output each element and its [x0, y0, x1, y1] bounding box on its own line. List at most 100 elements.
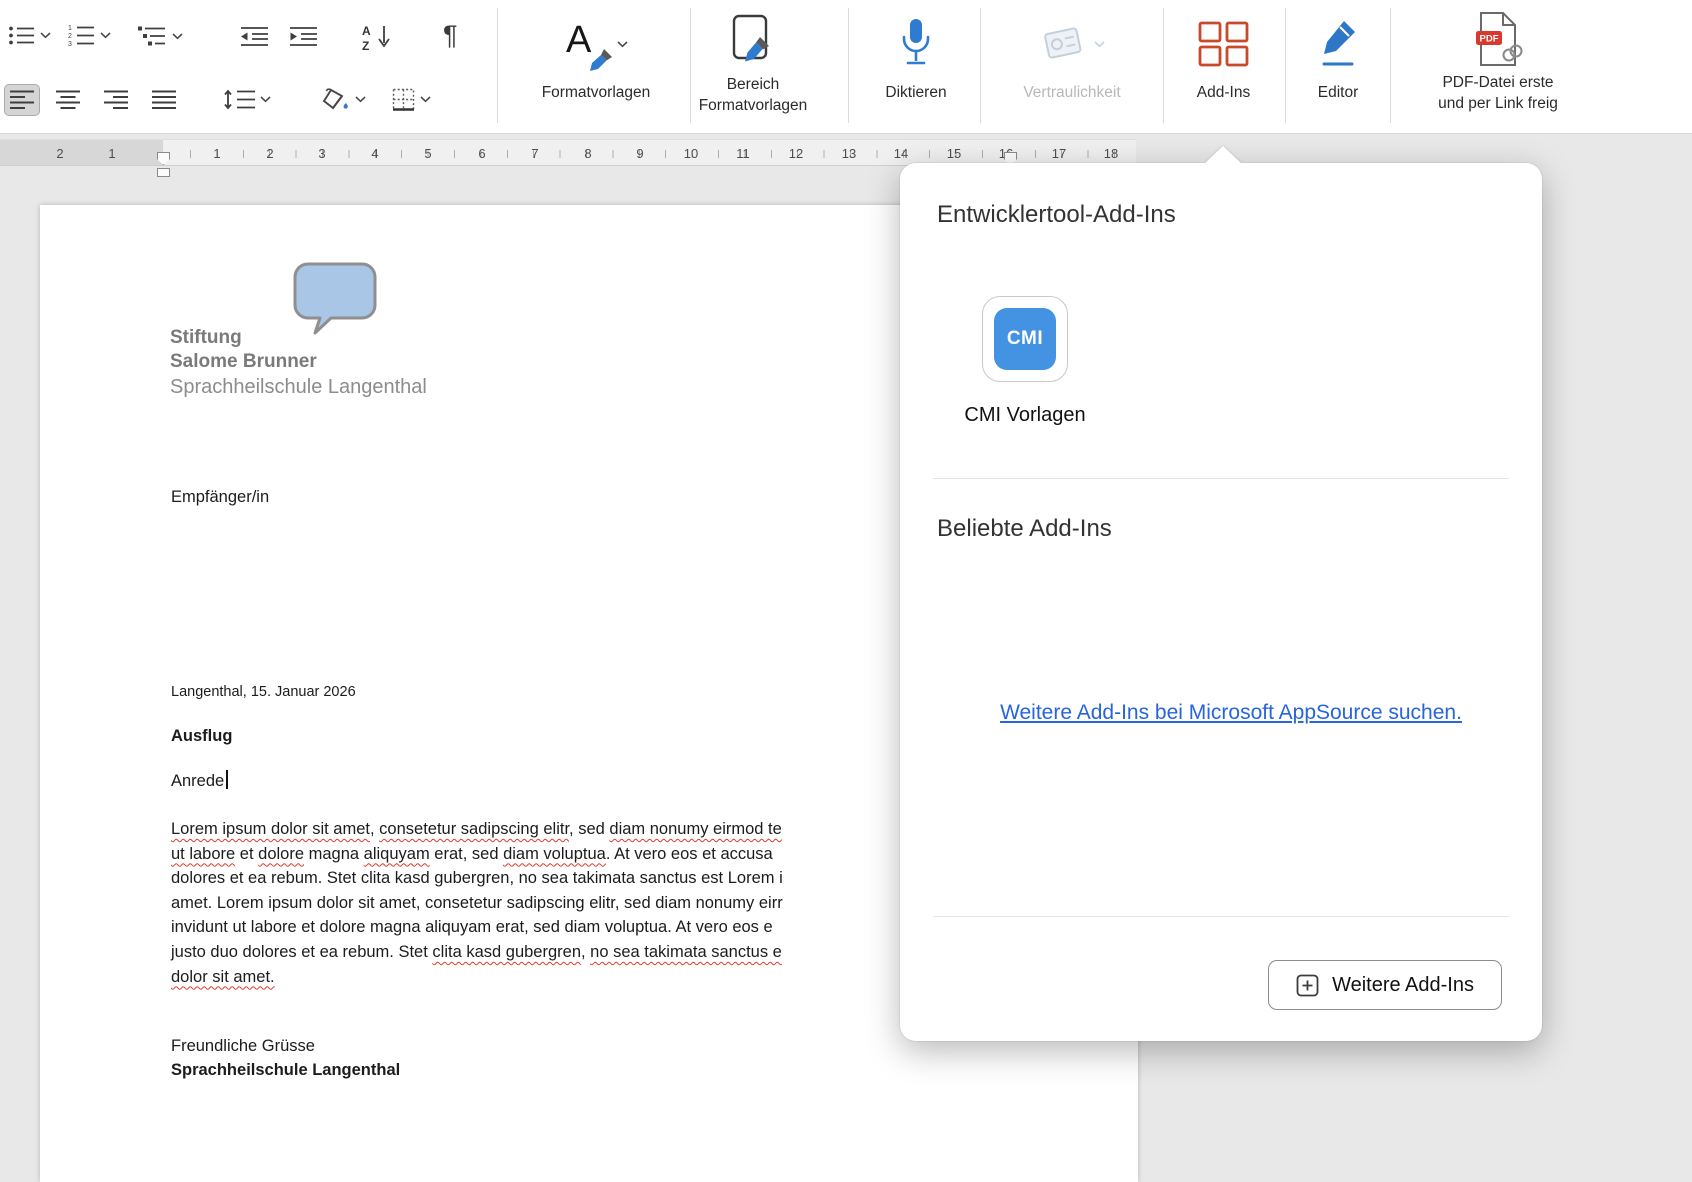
body-paragraph[interactable]: Lorem ipsum dolor sit amet, consetetur s… — [171, 817, 783, 989]
body-line[interactable]: amet. Lorem ipsum dolor sit amet, conset… — [171, 891, 783, 916]
chevron-down-icon — [355, 96, 366, 103]
styles-button[interactable]: A Formatvorlagen — [518, 0, 674, 133]
style-pane-button[interactable]: Bereich Formatvorlagen — [693, 0, 813, 133]
align-right-button[interactable] — [99, 84, 133, 116]
text-cursor — [226, 770, 228, 789]
svg-text:A: A — [362, 24, 371, 38]
ruler-number: 7 — [531, 140, 538, 167]
ruler-ticks — [190, 150, 1132, 158]
ruler-number: 5 — [424, 140, 431, 167]
logo-text-line1: Stiftung — [170, 327, 242, 349]
closing-line[interactable]: Freundliche Grüsse — [171, 1037, 315, 1056]
decrease-indent-icon — [241, 26, 268, 47]
justify-button[interactable] — [147, 84, 181, 116]
chevron-down-icon — [260, 96, 271, 103]
line-spacing-icon — [224, 89, 255, 110]
body-line[interactable]: ut labore et dolore magna aliquyam erat,… — [171, 842, 783, 867]
more-addins-button[interactable]: Weitere Add-Ins — [1268, 960, 1502, 1010]
align-left-button[interactable] — [4, 84, 40, 116]
addins-button[interactable]: Add-Ins — [1170, 0, 1277, 133]
increase-indent-button[interactable] — [290, 26, 317, 47]
align-center-button[interactable] — [51, 84, 85, 116]
ruler-number: 14 — [894, 140, 908, 167]
addins-label: Add-Ins — [1197, 82, 1250, 103]
ruler[interactable]: 2 1 1 2 3 4 5 6 7 8 9 10 11 12 13 14 15 … — [0, 139, 1136, 166]
body-line[interactable]: dolores et ea rebum. Stet clita kasd gub… — [171, 866, 783, 891]
subject-line[interactable]: Ausflug — [171, 727, 232, 746]
salutation-line[interactable]: Anrede — [171, 770, 228, 791]
editor-label: Editor — [1318, 82, 1359, 103]
left-indent-marker[interactable] — [157, 168, 170, 177]
svg-text:Z: Z — [362, 39, 369, 51]
ruler-number: 12 — [789, 140, 803, 167]
line-spacing-button[interactable] — [224, 89, 271, 110]
popover-divider — [933, 478, 1509, 479]
bullet-list-icon — [8, 25, 35, 46]
sensitivity-icon — [1039, 21, 1087, 67]
signature-line[interactable]: Sprachheilschule Langenthal — [171, 1061, 400, 1080]
ruler-number: 2 — [266, 140, 273, 167]
chevron-down-icon — [420, 96, 431, 103]
sort-button[interactable]: AZ — [362, 23, 393, 51]
align-left-icon — [10, 90, 34, 110]
ribbon-separator — [980, 8, 981, 123]
dictate-button[interactable]: Diktieren — [858, 0, 974, 133]
numbered-list-icon: 123 — [68, 24, 95, 46]
editor-pen-icon — [1318, 18, 1358, 70]
cmi-vorlagen-addin[interactable]: CMI — [982, 296, 1068, 382]
chevron-down-icon — [40, 32, 51, 39]
body-line[interactable]: dolor sit amet. — [171, 965, 783, 990]
popular-addins-title: Beliebte Add-Ins — [937, 515, 1112, 543]
ruler-margin-zone — [0, 140, 163, 165]
chevron-down-icon — [172, 33, 183, 40]
speech-bubble-logo — [291, 261, 379, 337]
svg-text:PDF: PDF — [1480, 34, 1499, 45]
borders-button[interactable] — [392, 88, 431, 111]
date-line[interactable]: Langenthal, 15. Januar 2026 — [171, 684, 356, 700]
ribbon-separator — [497, 8, 498, 123]
recipient-line[interactable]: Empfänger/in — [171, 488, 269, 507]
show-paragraph-marks-button[interactable]: ¶ — [443, 22, 458, 49]
style-pane-label: Bereich Formatvorlagen — [699, 74, 808, 116]
styles-icon: A — [564, 17, 610, 71]
ribbon-separator — [1390, 8, 1391, 123]
appsource-link[interactable]: Weitere Add-Ins bei Microsoft AppSource … — [930, 701, 1532, 725]
bullet-list-button[interactable] — [8, 25, 51, 46]
ribbon-separator — [1285, 8, 1286, 123]
paint-bucket-icon — [322, 88, 350, 111]
logo-text-line2: Salome Brunner — [170, 351, 317, 373]
pdf-share-button[interactable]: PDF PDF-Datei erste und per Link freig — [1398, 0, 1598, 133]
chevron-down-icon — [100, 32, 111, 39]
numbered-list-button[interactable]: 123 — [68, 24, 111, 46]
body-line[interactable]: invidunt ut labore et dolore magna aliqu… — [171, 915, 783, 940]
ruler-number: 10 — [684, 140, 698, 167]
editor-button[interactable]: Editor — [1292, 0, 1384, 133]
addins-grid-icon — [1197, 20, 1251, 68]
multilevel-list-button[interactable] — [138, 25, 183, 47]
align-right-icon — [104, 90, 128, 110]
body-line[interactable]: justo duo dolores et ea rebum. Stet clit… — [171, 940, 783, 965]
cmi-app-icon: CMI — [994, 308, 1056, 370]
ruler-number: 13 — [842, 140, 856, 167]
svg-text:3: 3 — [68, 41, 72, 46]
pdf-share-label: PDF-Datei erste und per Link freig — [1438, 72, 1558, 114]
sensitivity-button[interactable]: Vertraulichkeit — [988, 0, 1156, 133]
body-line[interactable]: Lorem ipsum dolor sit amet, consetetur s… — [171, 817, 783, 842]
align-center-icon — [56, 90, 80, 110]
ruler-number: 11 — [736, 140, 750, 167]
more-addins-button-label: Weitere Add-Ins — [1332, 974, 1474, 997]
dictate-label: Diktieren — [885, 82, 946, 103]
shading-button[interactable] — [322, 88, 366, 111]
popover-divider — [933, 916, 1509, 917]
ruler-number: 8 — [584, 140, 591, 167]
decrease-indent-button[interactable] — [241, 26, 268, 47]
ruler-number: 1 — [213, 140, 220, 167]
pdf-link-icon: PDF — [1473, 11, 1523, 67]
sensitivity-label: Vertraulichkeit — [1023, 82, 1120, 103]
developer-addins-title: Entwicklertool-Add-Ins — [937, 201, 1176, 229]
popover-arrow — [1204, 146, 1242, 164]
pilcrow-icon: ¶ — [443, 22, 458, 49]
chevron-down-icon — [1094, 41, 1105, 48]
addins-popover: Entwicklertool-Add-Ins CMI CMI Vorlagen … — [900, 163, 1542, 1041]
ribbon-separator — [848, 8, 849, 123]
